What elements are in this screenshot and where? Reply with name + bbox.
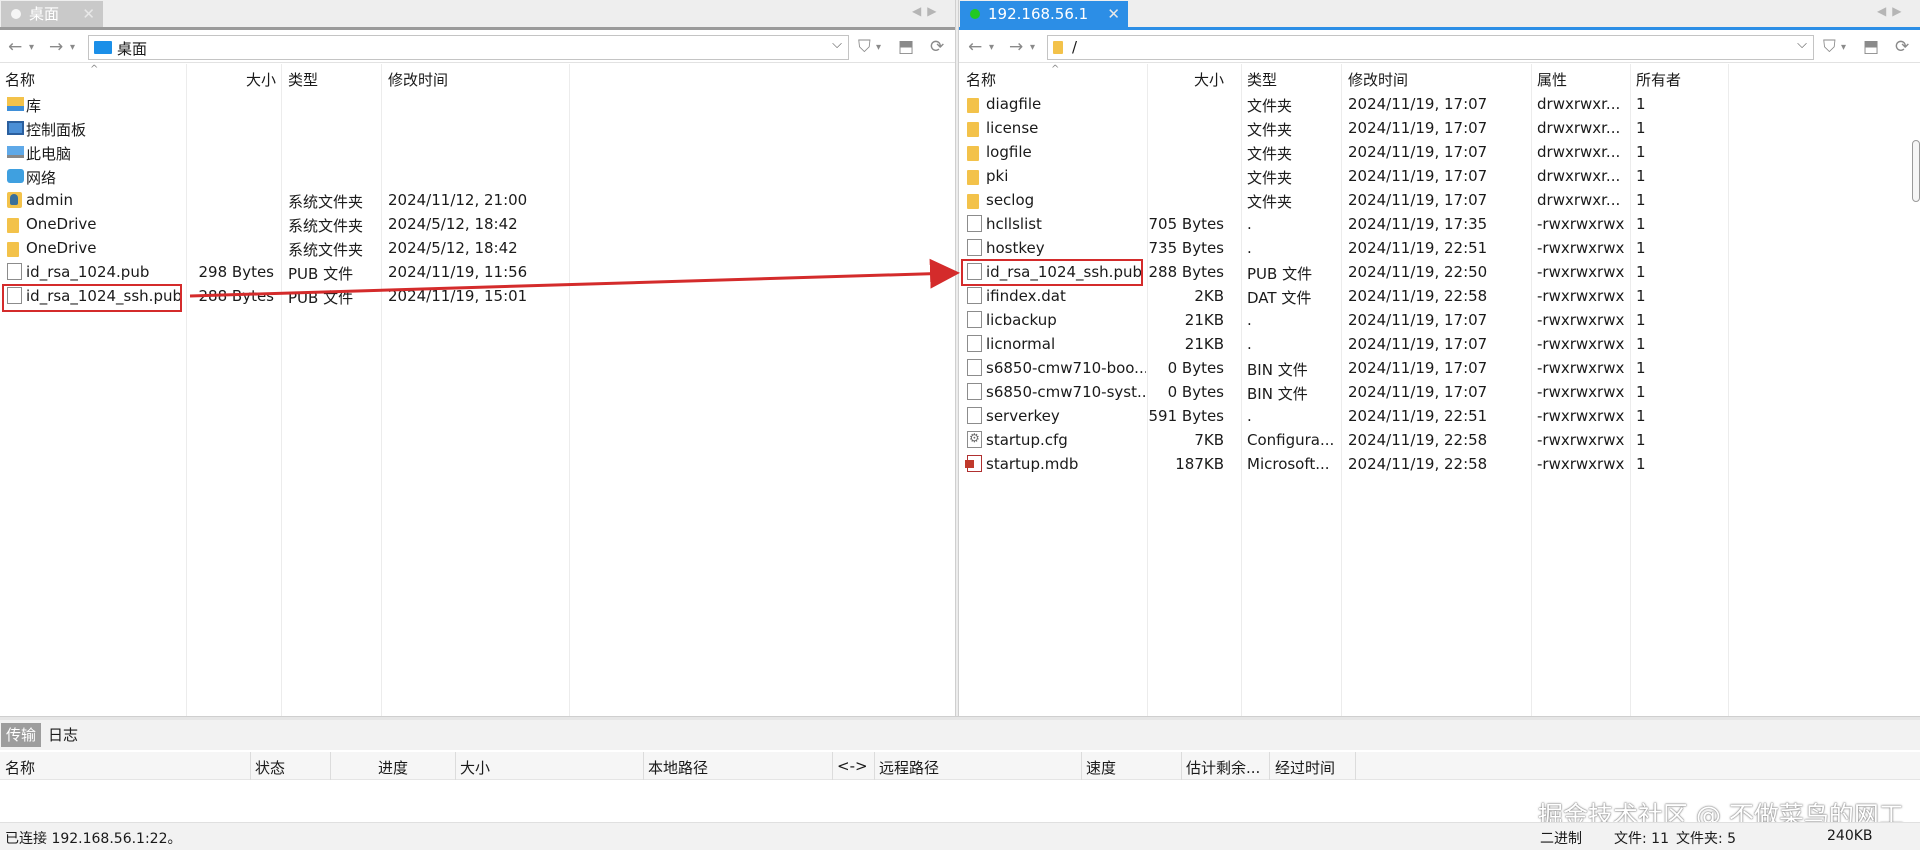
queue-col-name[interactable]: 名称	[5, 757, 35, 778]
queue-col-local-path[interactable]: 本地路径	[648, 757, 708, 778]
queue-col-speed[interactable]: 速度	[1086, 757, 1116, 778]
connection-status: 已连接 192.168.56.1:22。	[5, 831, 182, 847]
transfer-mode[interactable]: 二进制	[1540, 828, 1582, 848]
queue-tab-bar: 传输 日志	[0, 720, 1920, 750]
queue-col-eta[interactable]: 估计剩余...	[1186, 757, 1260, 778]
file-count: 文件: 11	[1614, 831, 1669, 847]
tab-transfers[interactable]: 传输	[1, 723, 42, 747]
queue-column-header: 名称 状态 进度 大小 本地路径 <-> 远程路径 速度 估计剩余... 经过时…	[0, 752, 1920, 780]
queue-col-remote-path[interactable]: 远程路径	[879, 757, 939, 778]
queue-col-size[interactable]: 大小	[460, 757, 490, 778]
folder-count: 文件夹: 5	[1676, 831, 1737, 847]
queue-col-progress[interactable]: 进度	[378, 757, 408, 778]
status-bar: 已连接 192.168.56.1:22。 二进制 文件: 11 文件夹: 5 2…	[0, 822, 1920, 850]
total-size: 240KB	[1827, 828, 1873, 844]
tab-log[interactable]: 日志	[43, 723, 83, 747]
queue-col-direction[interactable]: <->	[837, 757, 868, 775]
queue-col-status[interactable]: 状态	[255, 757, 285, 778]
queue-col-elapsed[interactable]: 经过时间	[1275, 757, 1335, 778]
